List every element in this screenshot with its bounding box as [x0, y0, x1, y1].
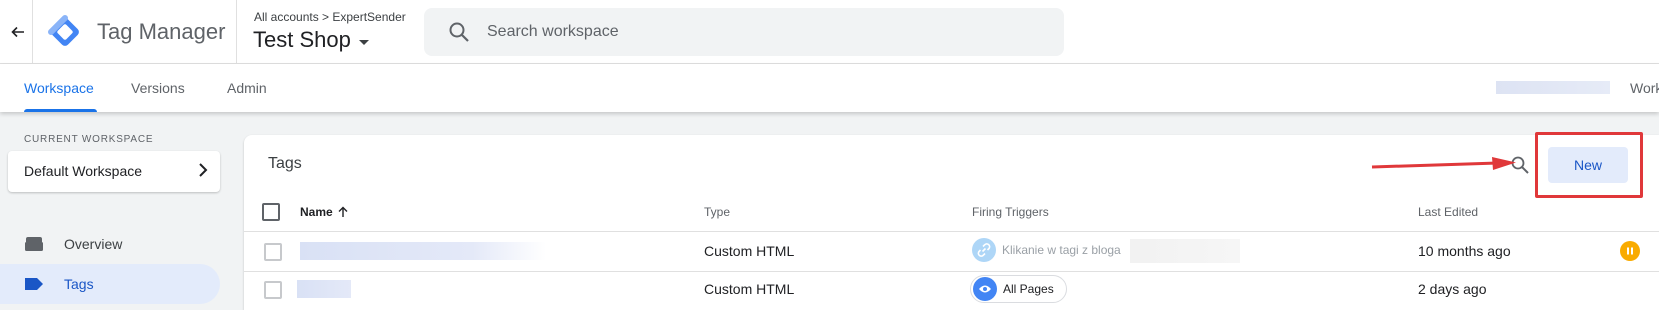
workspace-status: Work	[1630, 80, 1659, 96]
tab-bar: Workspace Versions Admin Work	[0, 64, 1659, 112]
top-bar: Tag Manager All accounts > ExpertSender …	[0, 0, 1659, 64]
product-name: Tag Manager	[97, 19, 226, 44]
column-header-name[interactable]: Name	[300, 205, 349, 219]
select-all-checkbox[interactable]	[262, 203, 280, 221]
tag-manager-logo-icon	[48, 15, 82, 49]
workspace-name: Default Workspace	[24, 163, 143, 179]
highlight-box	[1535, 132, 1643, 198]
sidebar-item-label: Tags	[64, 276, 94, 292]
back-arrow-icon[interactable]	[6, 20, 30, 44]
redacted-text	[1496, 81, 1610, 94]
last-edited: 2 days ago	[1418, 281, 1487, 297]
sidebar-item-label: Overview	[64, 236, 123, 252]
caret-down-icon	[358, 39, 369, 45]
divider	[244, 271, 1659, 272]
divider	[236, 0, 237, 64]
folder-icon	[25, 237, 43, 251]
tag-icon	[25, 278, 43, 290]
search-input[interactable]	[487, 20, 1047, 44]
search-icon	[449, 22, 469, 42]
divider	[32, 0, 33, 64]
column-header-firing-triggers[interactable]: Firing Triggers	[972, 205, 1049, 219]
column-label: Name	[300, 205, 333, 219]
workspace-selector[interactable]: Default Workspace	[8, 151, 220, 192]
tag-name-redacted[interactable]	[297, 280, 351, 298]
chevron-right-icon	[199, 163, 208, 177]
panel-title: Tags	[268, 155, 302, 172]
firing-trigger[interactable]: Klikanie w tagi z bloga	[972, 238, 1121, 262]
firing-trigger-chip[interactable]: All Pages	[970, 275, 1067, 303]
row-checkbox[interactable]	[264, 243, 282, 261]
search-bar[interactable]	[424, 8, 1064, 56]
tag-name-redacted[interactable]	[300, 242, 546, 260]
container-selector[interactable]: Test Shop	[253, 27, 369, 53]
tag-type: Custom HTML	[704, 281, 795, 297]
active-tab-indicator	[24, 109, 97, 112]
container-name: Test Shop	[253, 27, 351, 52]
eye-icon	[973, 277, 997, 301]
trigger-name: Klikanie w tagi z bloga	[1002, 243, 1121, 257]
last-edited: 10 months ago	[1418, 243, 1511, 259]
link-icon	[972, 238, 996, 262]
tag-type: Custom HTML	[704, 243, 795, 259]
column-header-type[interactable]: Type	[704, 205, 730, 219]
sort-arrow-up-icon	[338, 206, 348, 217]
redacted-text	[1130, 239, 1240, 263]
sidebar-item-tags[interactable]: Tags	[0, 264, 220, 304]
row-checkbox[interactable]	[264, 281, 282, 299]
paused-icon	[1620, 241, 1640, 261]
sidebar-item-overview[interactable]: Overview	[0, 224, 220, 264]
tab-admin[interactable]: Admin	[227, 80, 267, 96]
breadcrumb[interactable]: All accounts > ExpertSender	[254, 10, 406, 24]
column-header-last-edited[interactable]: Last Edited	[1418, 205, 1478, 219]
divider	[244, 231, 1659, 232]
tab-workspace[interactable]: Workspace	[24, 80, 94, 96]
trigger-name: All Pages	[1003, 282, 1054, 296]
tab-versions[interactable]: Versions	[131, 80, 185, 96]
current-workspace-label: CURRENT WORKSPACE	[24, 134, 154, 145]
annotation-arrow-icon	[1371, 157, 1516, 170]
